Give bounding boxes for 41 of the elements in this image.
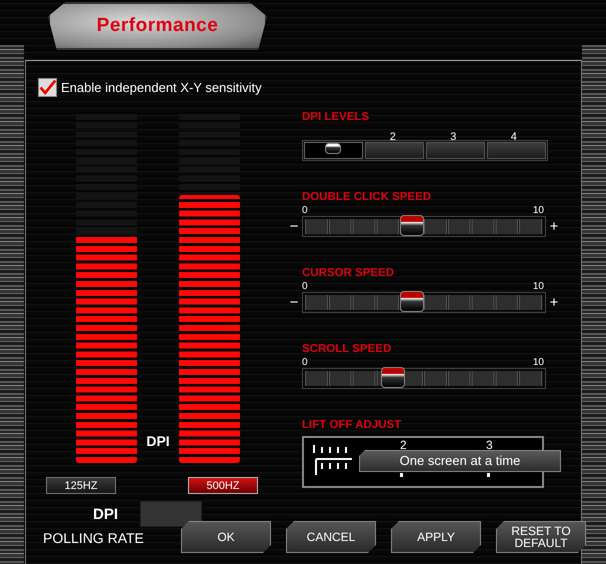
- dpi-meter[interactable]: [179, 111, 240, 463]
- scale-min: 0: [302, 281, 308, 292]
- slider-thumb[interactable]: [400, 291, 424, 312]
- plus-button[interactable]: +: [548, 294, 560, 311]
- polling-rate-label: POLLING RATE: [43, 530, 144, 546]
- slider-thumb[interactable]: [380, 367, 405, 388]
- polling-rate-button[interactable]: 125HZ: [46, 477, 116, 494]
- ruler-mark: 3: [486, 438, 493, 452]
- action-button[interactable]: RESET TO DEFAULT: [496, 521, 586, 553]
- polling-rate-button[interactable]: 500HZ: [188, 477, 258, 494]
- dpi-meter[interactable]: [76, 111, 137, 463]
- scale-max: 10: [532, 205, 544, 216]
- dpi-field[interactable]: [140, 501, 202, 527]
- dpi-label: DPI: [93, 506, 118, 522]
- checkbox[interactable]: [38, 78, 57, 96]
- ruler-mark: 2: [400, 438, 407, 452]
- minus-button[interactable]: −: [288, 218, 300, 235]
- section-title: SCROLL SPEED: [302, 343, 392, 355]
- action-button[interactable]: OK: [181, 521, 271, 553]
- dpi-label: DPI: [145, 433, 171, 449]
- tooltip: One screen at a time: [359, 450, 561, 472]
- scale-max: 10: [532, 357, 544, 368]
- scale-min: 0: [302, 205, 308, 216]
- action-button[interactable]: CANCEL: [286, 521, 376, 553]
- section-title: CURSOR SPEED: [302, 267, 396, 279]
- level-number: 3: [450, 131, 456, 143]
- scale-max: 10: [532, 281, 544, 292]
- dpi-level-segment-selected[interactable]: [304, 142, 363, 159]
- minus-button[interactable]: −: [288, 294, 300, 311]
- slider-thumb[interactable]: [325, 143, 341, 154]
- window-title: Performance: [96, 15, 218, 37]
- section-title: LIFT OFF ADJUST: [302, 419, 402, 431]
- section-title: DOUBLE CLICK SPEED: [302, 191, 432, 203]
- checkbox-label: Enable independent X-Y sensitivity: [61, 80, 262, 94]
- action-button[interactable]: APPLY: [391, 521, 481, 553]
- slider-thumb[interactable]: [400, 215, 424, 236]
- level-number: 2: [390, 131, 396, 143]
- section-title: DPI LEVELS: [302, 111, 370, 123]
- plus-button[interactable]: +: [548, 218, 560, 235]
- level-number: 4: [510, 131, 517, 143]
- scale-min: 0: [302, 357, 308, 368]
